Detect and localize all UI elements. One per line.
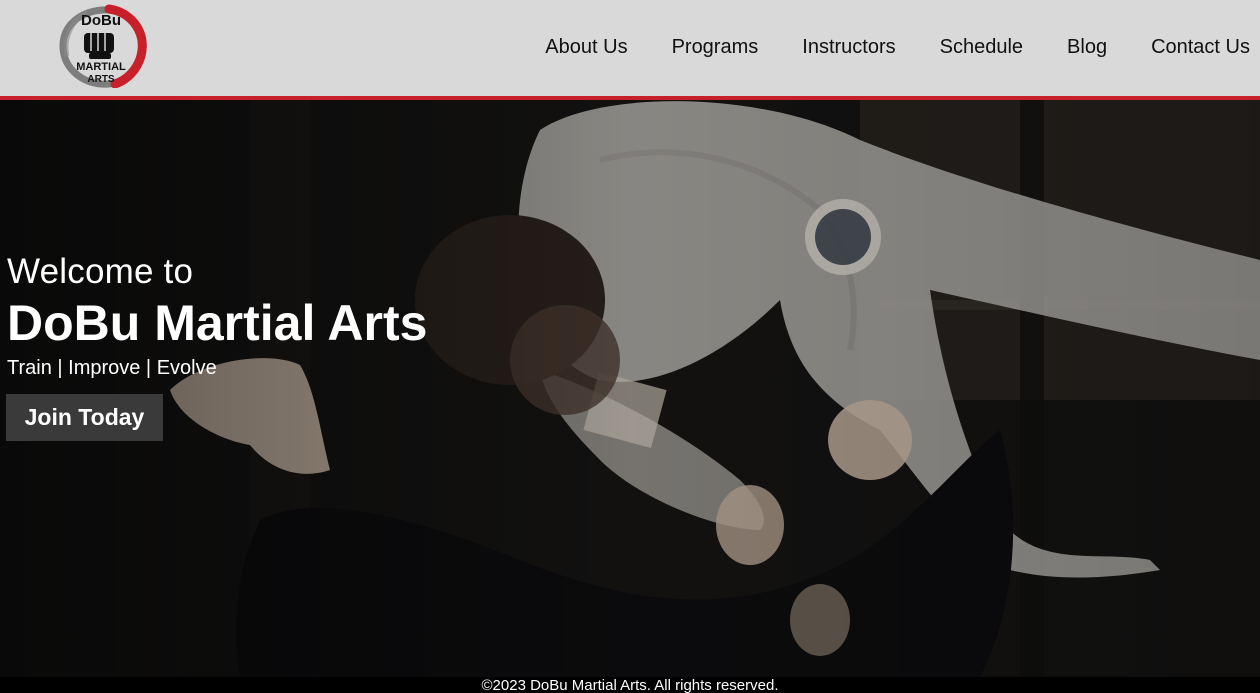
svg-text:MARTIAL: MARTIAL <box>76 61 126 73</box>
nav-about-us[interactable]: About Us <box>545 35 627 59</box>
hero-overlay <box>0 100 1260 677</box>
svg-text:DoBu: DoBu <box>81 12 121 29</box>
hero-section: Welcome to DoBu Martial Arts Train | Imp… <box>0 100 1260 677</box>
hero-tagline: Train | Improve | Evolve <box>7 357 217 379</box>
site-footer: ©2023 DoBu Martial Arts. All rights rese… <box>0 677 1260 693</box>
site-header: DoBu MARTIAL ARTS About Us Programs Inst… <box>0 0 1260 97</box>
nav-blog[interactable]: Blog <box>1067 35 1107 59</box>
nav-schedule[interactable]: Schedule <box>940 35 1023 59</box>
nav-programs[interactable]: Programs <box>672 35 759 59</box>
dobu-logo[interactable]: DoBu MARTIAL ARTS <box>57 4 147 88</box>
join-today-button[interactable]: Join Today <box>6 394 163 441</box>
hero-text-block: Welcome to DoBu Martial Arts Train | Imp… <box>7 252 427 380</box>
nav-contact-us[interactable]: Contact Us <box>1151 35 1250 59</box>
hero-brand-title: DoBu Martial Arts <box>7 295 428 351</box>
footer-copyright: ©2023 DoBu Martial Arts. All rights rese… <box>481 677 779 693</box>
hero-welcome: Welcome to <box>7 252 194 291</box>
nav-instructors[interactable]: Instructors <box>802 35 895 59</box>
logo-emblem-icon: DoBu MARTIAL ARTS <box>59 4 147 88</box>
svg-text:ARTS: ARTS <box>87 74 115 85</box>
main-nav: About Us Programs Instructors Schedule B… <box>501 34 1260 60</box>
